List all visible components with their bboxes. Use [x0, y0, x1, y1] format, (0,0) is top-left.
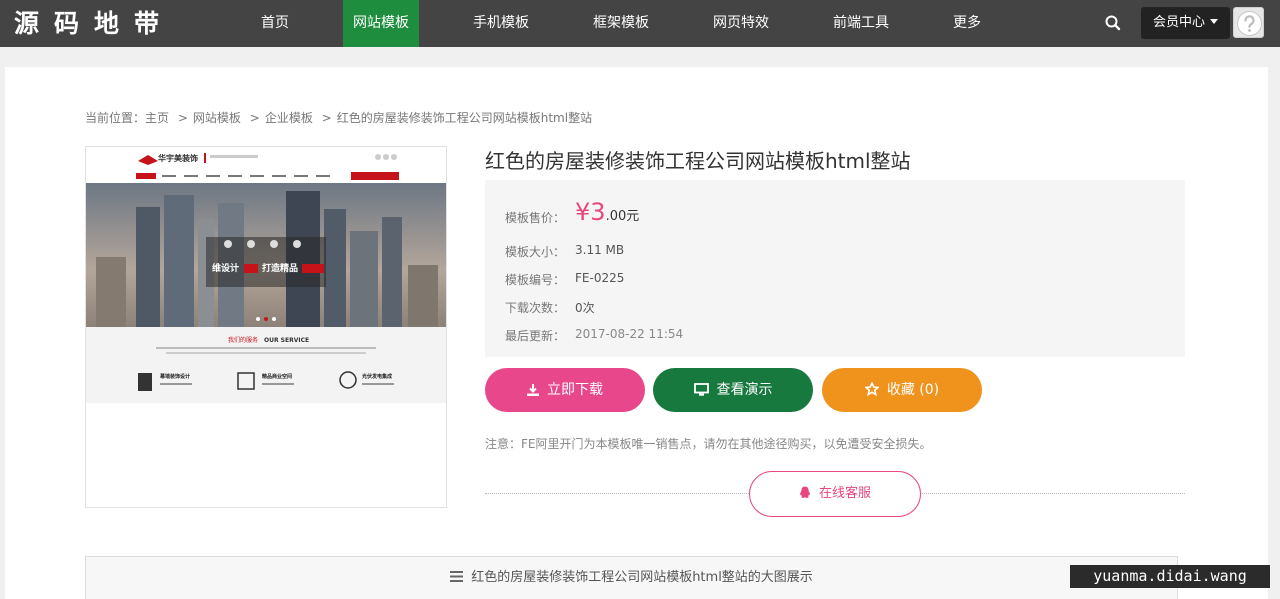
- updated-label: 最后更新：: [505, 329, 566, 343]
- template-preview-image[interactable]: 华宇美装饰 维设计 打造精品 我们的服务 OUR SERVICE 幕墙装饰设计 …: [85, 146, 447, 508]
- price-label: 模板售价：: [505, 211, 566, 225]
- online-service-button[interactable]: 在线客服: [749, 471, 921, 517]
- download-button[interactable]: 立即下载: [485, 368, 645, 412]
- user-avatar-icon[interactable]: [1233, 7, 1264, 38]
- preview-slogan-b: 打造精品: [262, 262, 298, 274]
- price-value: ¥3.00元: [575, 198, 640, 226]
- big-image-section-title: 红色的房屋装修装饰工程公司网站模板html整站的大图展示: [471, 570, 813, 585]
- online-service-label: 在线客服: [818, 486, 871, 501]
- size-label: 模板大小：: [505, 245, 566, 259]
- qq-icon: [800, 486, 810, 498]
- favorite-label: 收藏 (0): [886, 382, 940, 398]
- member-center-label: 会员中心: [1152, 15, 1205, 30]
- view-demo-button[interactable]: 查看演示: [653, 368, 813, 412]
- nav-item-website-templates[interactable]: 网站模板: [343, 0, 419, 47]
- preview-col-2: 精品商业空间: [262, 373, 292, 380]
- preview-slogan-a: 维设计: [212, 262, 239, 274]
- preview-service-title-cn: 我们的服务: [228, 336, 258, 344]
- code-label: 模板编号：: [505, 273, 566, 287]
- menu-icon: [450, 571, 464, 582]
- breadcrumb-item-home[interactable]: 主页: [145, 111, 169, 125]
- nav-item-frontend-tools[interactable]: 前端工具: [823, 0, 899, 47]
- template-title: 红色的房屋装修装饰工程公司网站模板html整站: [485, 149, 911, 173]
- site-logo[interactable]: 源码地带: [14, 8, 174, 40]
- nav-item-more[interactable]: 更多: [943, 0, 991, 47]
- breadcrumb: 当前位置：主页 > 网站模板 > 企业模板 > 红色的房屋装修装饰工程公司网站模板ht…: [85, 109, 597, 126]
- breadcrumb-item-website-templates[interactable]: 网站模板: [193, 111, 241, 125]
- nav-item-web-effects[interactable]: 网页特效: [703, 0, 779, 47]
- caret-down-icon: [1210, 19, 1218, 24]
- breadcrumb-separator: >: [177, 111, 188, 125]
- breadcrumb-prefix: 当前位置：: [85, 111, 146, 125]
- preview-col-1: 幕墙装饰设计: [159, 373, 190, 380]
- downloads-value: 0次: [575, 301, 595, 315]
- downloads-row: 下载次数： 0次: [505, 299, 595, 316]
- download-label: 立即下载: [547, 382, 603, 398]
- breadcrumb-separator: >: [249, 111, 260, 125]
- site-watermark: yuanma.didai.wang: [1070, 565, 1270, 588]
- download-icon: [527, 384, 539, 396]
- monitor-icon: [693, 383, 709, 396]
- favorite-button[interactable]: 收藏 (0): [822, 368, 982, 412]
- breadcrumb-separator: >: [321, 111, 332, 125]
- preview-service-title-en: OUR SERVICE: [264, 337, 309, 344]
- nav-item-mobile-templates[interactable]: 手机模板: [463, 0, 539, 47]
- preview-brand: 华宇美装饰: [158, 153, 198, 163]
- top-navbar: 源码地带 首页 网站模板 手机模板 框架模板 网页特效 前端工具 更多 会员中心: [0, 0, 1280, 47]
- breadcrumb-item-current: 红色的房屋装修装饰工程公司网站模板html整站: [336, 111, 593, 125]
- member-center-dropdown[interactable]: 会员中心: [1141, 7, 1230, 39]
- preview-col-3: 光伏发电集成: [361, 373, 392, 380]
- updated-value: 2017-08-22 11:54: [575, 327, 684, 341]
- template-info-box: 模板售价： ¥3.00元 模板大小： 3.11 MB 模板编号： FE-0225…: [485, 180, 1185, 357]
- search-icon[interactable]: [1103, 13, 1123, 33]
- breadcrumb-item-enterprise-templates[interactable]: 企业模板: [265, 111, 313, 125]
- downloads-label: 下载次数：: [505, 301, 566, 315]
- big-image-section-header[interactable]: 红色的房屋装修装饰工程公司网站模板html整站的大图展示: [85, 556, 1178, 599]
- updated-row: 最后更新： 2017-08-22 11:54: [505, 327, 683, 344]
- view-demo-label: 查看演示: [716, 382, 773, 398]
- size-row: 模板大小： 3.11 MB: [505, 243, 624, 260]
- purchase-notice: 注意：FE阿里开门为本模板唯一销售点，请勿在其他途径购买，以免遭受安全损失。: [485, 437, 932, 451]
- nav-item-home[interactable]: 首页: [244, 0, 306, 47]
- size-value: 3.11 MB: [575, 243, 625, 257]
- star-icon: [863, 381, 880, 397]
- code-value: FE-0225: [575, 271, 625, 285]
- price-row: 模板售价： ¥3.00元: [505, 198, 639, 226]
- nav-item-framework-templates[interactable]: 框架模板: [583, 0, 659, 47]
- code-row: 模板编号： FE-0225: [505, 271, 624, 288]
